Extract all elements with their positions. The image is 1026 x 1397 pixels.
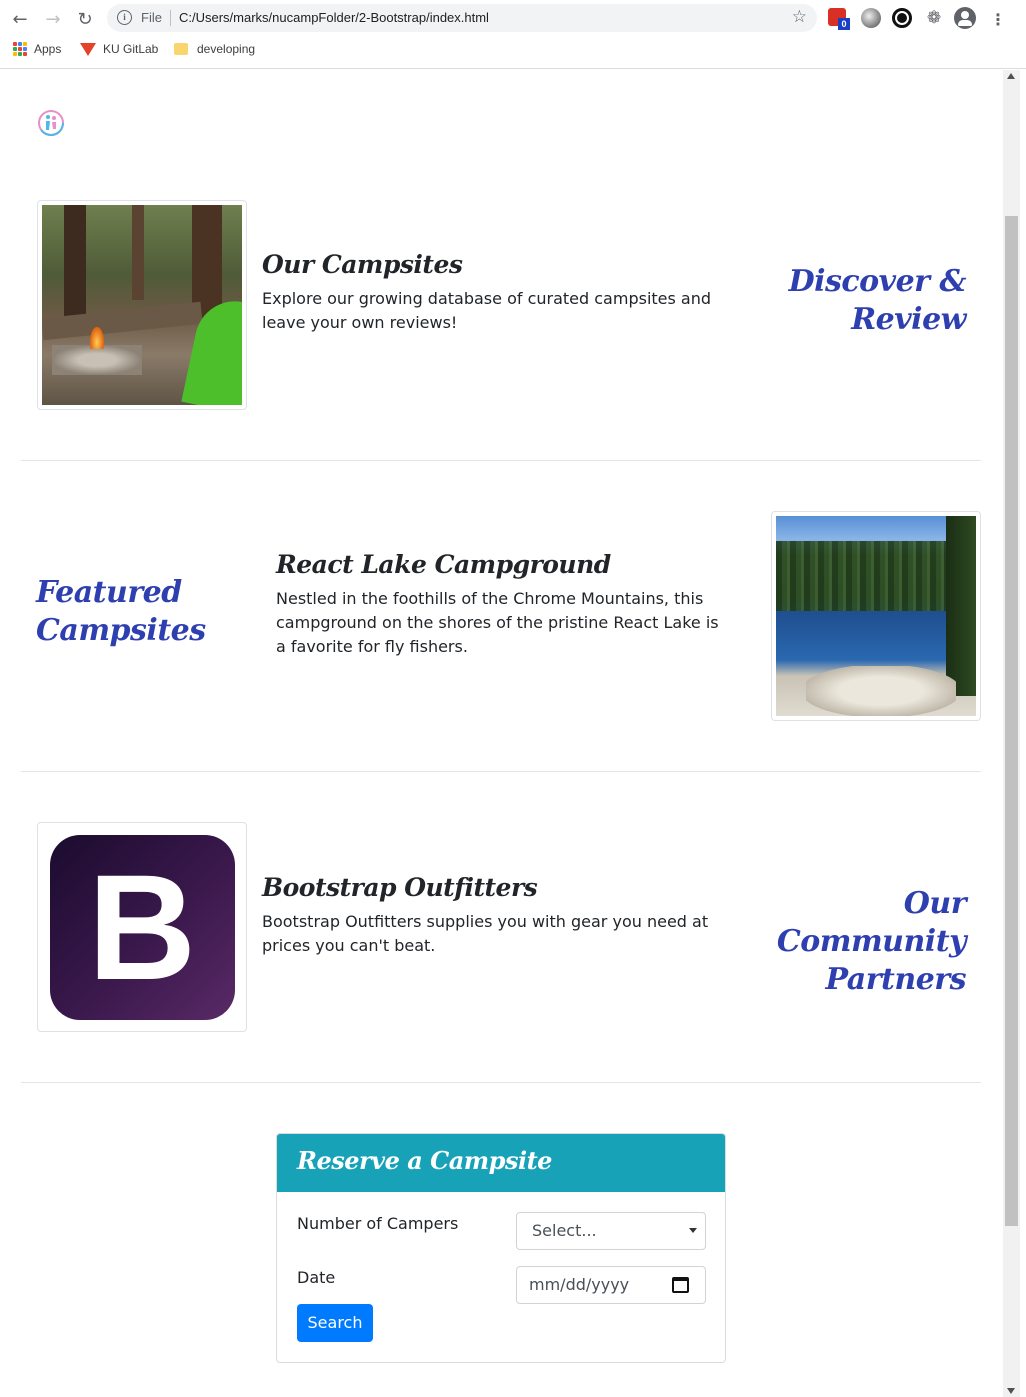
- extension-badge: 0: [838, 18, 850, 30]
- address-bar[interactable]: i File C:/Users/marks/nucampFolder/2-Boo…: [107, 4, 817, 32]
- featured-campsites-heading: Featured Campsites: [36, 574, 256, 650]
- profile-avatar-icon[interactable]: [954, 7, 976, 29]
- partners-media-body: Bootstrap Outfitters Bootstrap Outfitter…: [262, 873, 732, 958]
- back-icon[interactable]: ←: [7, 6, 33, 32]
- extension-sphere-icon[interactable]: [861, 8, 881, 28]
- search-button[interactable]: Search: [297, 1304, 373, 1342]
- extensions-puzzle-icon[interactable]: ❁: [924, 8, 944, 28]
- scroll-down-arrow-icon[interactable]: [1007, 1388, 1015, 1394]
- discover-heading-line2: Review: [851, 302, 966, 337]
- bootstrap-b-icon: B: [49, 834, 235, 1020]
- featured-text: Nestled in the foothills of the Chrome M…: [276, 589, 719, 656]
- campsites-title: Our Campsites: [262, 250, 463, 279]
- chevron-down-icon: [689, 1228, 697, 1233]
- date-placeholder: mm/dd/yyyy: [529, 1275, 630, 1294]
- reload-icon[interactable]: ↻: [72, 6, 98, 32]
- reserve-title: Reserve a Campsite: [297, 1146, 552, 1175]
- scrollbar-thumb[interactable]: [1005, 216, 1018, 1226]
- bookmark-label: developing: [197, 42, 256, 56]
- folder-icon: [174, 43, 188, 55]
- calendar-icon[interactable]: [672, 1277, 689, 1293]
- campers-label: Number of Campers: [297, 1214, 459, 1233]
- featured-heading-line1: Featured: [36, 575, 182, 610]
- window-edge: [1020, 70, 1026, 1397]
- bookmarks-bar: Apps KU GitLab developing: [0, 38, 1026, 62]
- section-divider: [21, 1082, 981, 1083]
- featured-title: React Lake Campground: [276, 550, 611, 579]
- extension-red-icon[interactable]: 0: [828, 8, 850, 30]
- discover-review-heading: Discover & Review: [740, 263, 967, 339]
- campsites-media-body: Our Campsites Explore our growing databa…: [262, 250, 732, 335]
- menu-kebab-icon[interactable]: ⋮: [985, 6, 1011, 32]
- bookmark-ku-gitlab[interactable]: KU GitLab: [80, 42, 158, 56]
- campsites-text: Explore our growing database of curated …: [262, 289, 712, 332]
- bookmark-apps[interactable]: Apps: [13, 42, 61, 56]
- campers-select-value: Select...: [532, 1221, 597, 1240]
- date-input[interactable]: mm/dd/yyyy: [516, 1266, 706, 1304]
- featured-media-body: React Lake Campground Nestled in the foo…: [276, 550, 726, 659]
- apps-grid-icon: [13, 42, 27, 56]
- featured-heading-line2: Campsites: [36, 613, 206, 648]
- section-divider: [21, 460, 981, 461]
- section-divider: [21, 771, 981, 772]
- page-content: Our Campsites Explore our growing databa…: [0, 70, 1003, 1397]
- community-partners-heading: Our Community Partners: [730, 885, 967, 999]
- gitlab-icon: [80, 42, 96, 56]
- date-label: Date: [297, 1268, 336, 1287]
- browser-chrome: ← → ↻ i File C:/Users/marks/nucampFolder…: [0, 0, 1026, 69]
- info-icon[interactable]: i: [117, 10, 132, 25]
- reserve-card-header: Reserve a Campsite: [277, 1134, 725, 1192]
- campers-select[interactable]: Select...: [516, 1212, 706, 1250]
- forward-icon[interactable]: →: [40, 6, 66, 32]
- reserve-card: Reserve a Campsite Number of Campers Sel…: [276, 1133, 726, 1363]
- discover-heading-line1: Discover &: [788, 264, 967, 299]
- partners-text: Bootstrap Outfitters supplies you with g…: [262, 912, 709, 955]
- bootstrap-logo-image: B: [37, 822, 247, 1032]
- bookmark-label: Apps: [34, 42, 62, 56]
- page-scrollbar[interactable]: [1003, 70, 1020, 1397]
- extension-sync-icon[interactable]: [892, 8, 912, 28]
- bookmark-label: KU GitLab: [103, 42, 159, 56]
- file-label: File: [141, 10, 162, 25]
- site-logo[interactable]: [37, 109, 65, 137]
- bootstrap-b-letter: B: [87, 843, 197, 1011]
- url-text[interactable]: C:/Users/marks/nucampFolder/2-Bootstrap/…: [179, 10, 489, 25]
- partners-heading-line2: Partners: [825, 962, 967, 997]
- bookmark-star-icon[interactable]: ☆: [792, 7, 807, 27]
- omnibox-divider: [170, 10, 171, 26]
- bookmark-developing[interactable]: developing: [174, 42, 255, 56]
- react-lake-image: [771, 511, 981, 721]
- partners-heading-line1: Our Community: [776, 886, 967, 959]
- partners-title: Bootstrap Outfitters: [262, 873, 538, 902]
- scroll-up-arrow-icon[interactable]: [1007, 73, 1015, 79]
- campsite-image: [37, 200, 247, 410]
- browser-toolbar: ← → ↻ i File C:/Users/marks/nucampFolder…: [0, 0, 1026, 37]
